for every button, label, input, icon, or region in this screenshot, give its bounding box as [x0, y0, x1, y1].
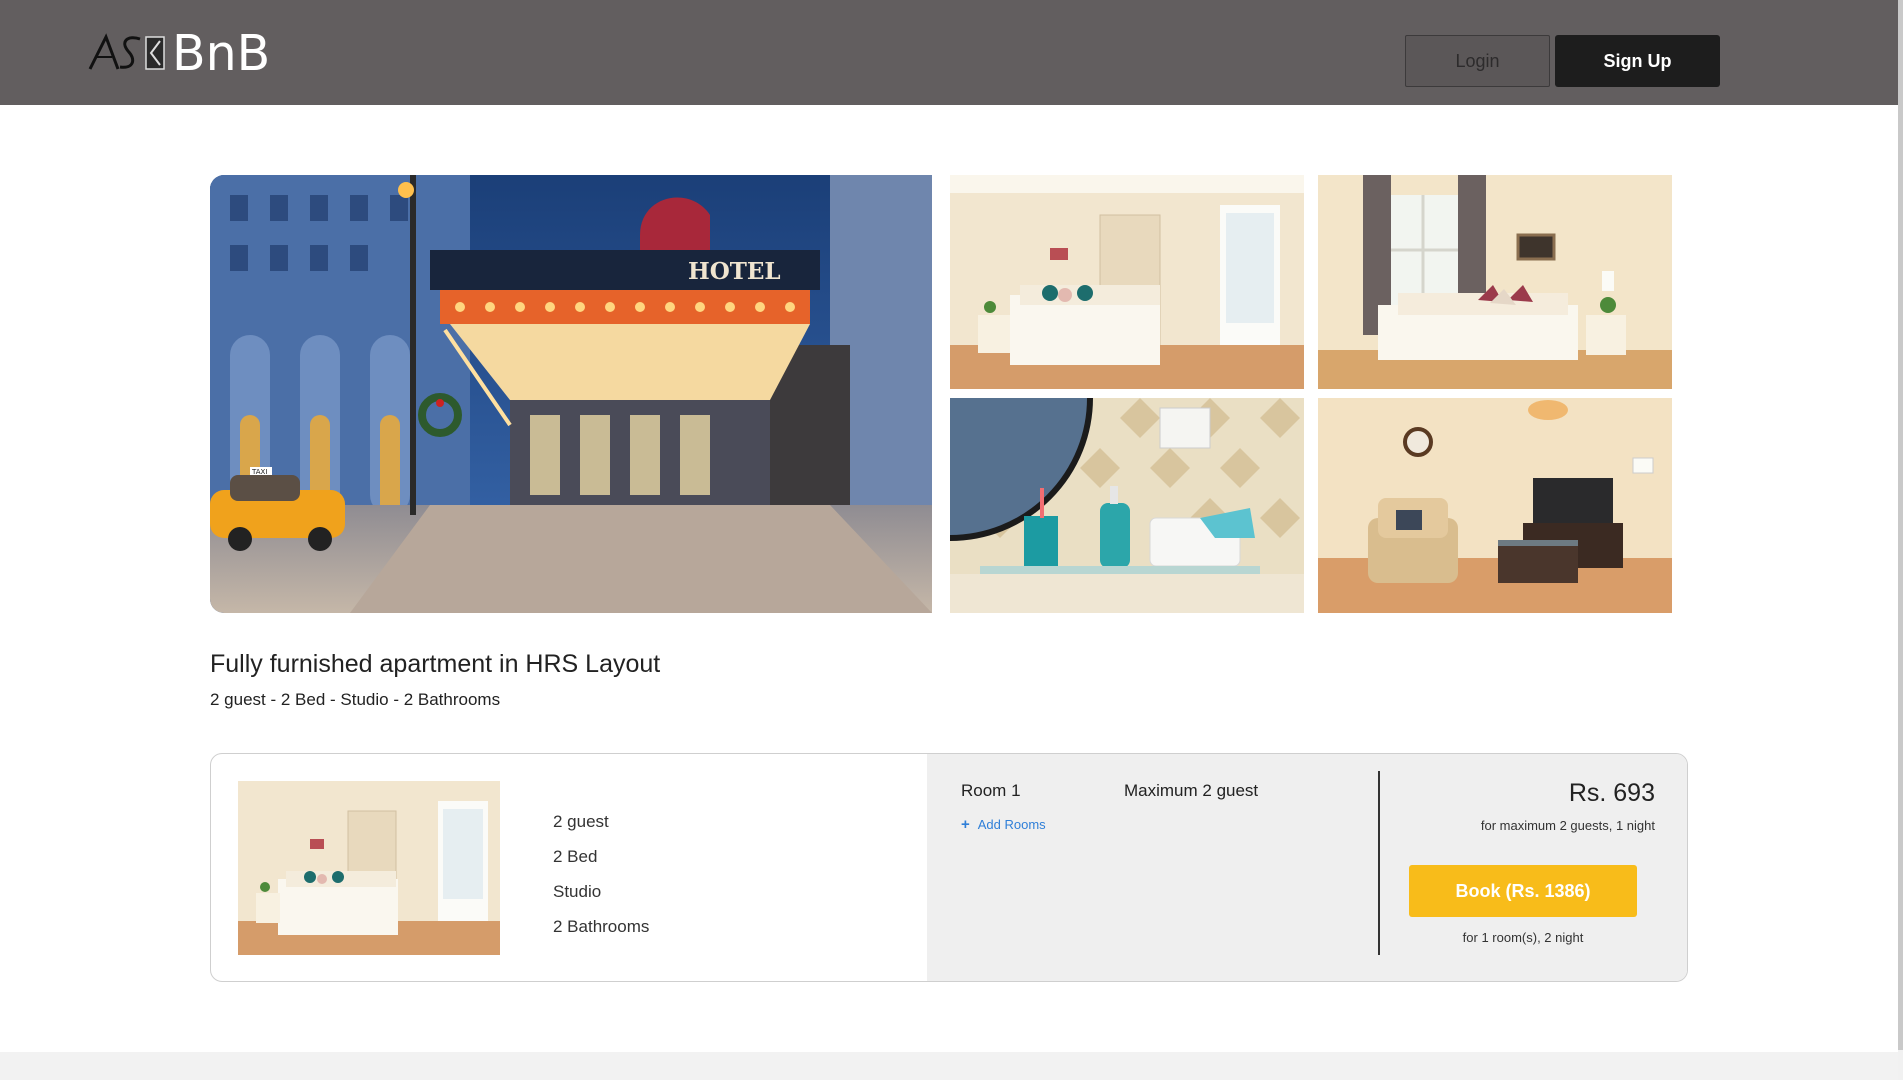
login-button[interactable]: Login	[1405, 35, 1550, 87]
gallery-photo-hotel-entrance[interactable]: HOTEL TAXI	[210, 175, 932, 613]
gallery-photo-bedroom[interactable]	[950, 175, 1304, 389]
feature-guests: 2 guest	[553, 812, 609, 831]
footer-strip	[0, 1052, 1898, 1080]
price-per-night: Rs. 693	[1568, 779, 1655, 807]
max-guests-label: Maximum 2 guest	[1124, 781, 1259, 800]
feature-beds: 2 Bed	[553, 847, 598, 866]
price-note: for maximum 2 guests, 1 night	[1480, 818, 1655, 833]
feature-type: Studio	[553, 882, 602, 901]
room-label: Room 1	[961, 781, 1021, 800]
asr-logo-mark-icon	[88, 33, 165, 70]
feature-bathrooms: 2 Bathrooms	[553, 917, 650, 936]
listing-title: Fully furnished apartment in HRS Layout	[210, 650, 661, 678]
vertical-divider	[1378, 771, 1380, 955]
brand-logo[interactable]: BnB	[88, 25, 270, 82]
hotel-sign-text: HOTEL	[688, 258, 781, 285]
add-rooms-link[interactable]: + Add Rooms	[961, 816, 1046, 833]
room-card: 2 guest 2 Bed Studio 2 Bathrooms Room 1 …	[210, 753, 1688, 982]
room-features-list: 2 guest 2 Bed Studio 2 Bathrooms	[553, 804, 649, 944]
gallery-photo-bedroom-window[interactable]	[1318, 175, 1672, 389]
scrollbar-thumb[interactable]	[1898, 0, 1903, 1050]
plus-icon: +	[961, 816, 970, 833]
book-note: for 1 room(s), 2 night	[1462, 930, 1584, 945]
brand-name: BnB	[172, 24, 271, 82]
top-navbar: BnB Login Sign Up	[0, 0, 1898, 105]
room-booking-panel: Room 1 Maximum 2 guest + Add Rooms Rs. 6…	[927, 754, 1687, 981]
listing-subtitle: 2 guest - 2 Bed - Studio - 2 Bathrooms	[210, 690, 501, 709]
add-rooms-label: Add Rooms	[977, 817, 1046, 832]
taxi-sign-text: TAXI	[251, 468, 267, 476]
gallery-photo-living-room[interactable]	[1318, 398, 1672, 613]
signup-button[interactable]: Sign Up	[1555, 35, 1720, 87]
book-button[interactable]: Book (Rs. 1386)	[1409, 865, 1637, 917]
room-thumbnail[interactable]	[238, 781, 500, 955]
gallery-photo-bathroom-shelf[interactable]	[950, 398, 1304, 613]
